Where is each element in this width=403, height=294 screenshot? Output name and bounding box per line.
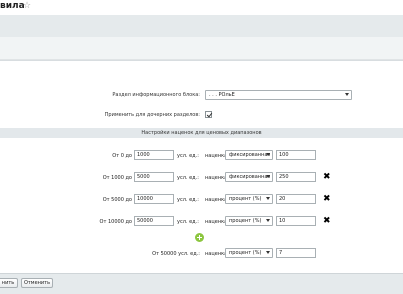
markup-type-value: процент (%) — [229, 250, 262, 256]
chevron-down-icon — [266, 219, 270, 222]
markup-value-input[interactable]: 20 — [276, 194, 316, 204]
add-row-icon[interactable] — [195, 233, 204, 242]
markup-label: наценка — [205, 219, 228, 225]
markup-label: наценка — [205, 153, 228, 159]
tab-band — [0, 37, 403, 60]
chevron-down-icon — [266, 251, 270, 254]
iblock-section-label: Раздел информационного блока: — [112, 92, 200, 98]
markup-type-select[interactable]: фиксированная — [225, 172, 273, 182]
range-to-input[interactable]: 1000 — [134, 150, 174, 160]
toolbar-band — [0, 15, 403, 37]
unit-label: усл. ед.: — [177, 219, 199, 225]
markup-value-input[interactable]: 100 — [276, 150, 316, 160]
unit-label: усл. ед.: — [177, 197, 199, 203]
markup-type-value: фиксированная — [229, 174, 271, 180]
chevron-down-icon — [266, 153, 270, 156]
title-bar: вила ☆ — [0, 0, 403, 15]
markup-value-input[interactable]: 250 — [276, 172, 316, 182]
markup-type-value: процент (%) — [229, 196, 262, 202]
edit-panel: Раздел информационного блока: . . . POль… — [0, 60, 403, 273]
iblock-section-select[interactable]: . . . POльE — [205, 90, 352, 100]
footer-bar: нить Отменить — [0, 273, 403, 294]
markup-label: наценка — [205, 175, 228, 181]
markup-type-value: процент (%) — [229, 218, 262, 224]
markup-label: наценка — [205, 251, 228, 257]
cancel-button[interactable]: Отменить — [21, 278, 53, 288]
range-last-label: От 50000 усл. ед.: — [152, 251, 200, 257]
apply-children-label: Применить для дочерних разделов: — [104, 112, 200, 118]
iblock-section-value: . . . POльE — [209, 92, 235, 98]
unit-label: усл. ед.: — [177, 175, 199, 181]
section-header: Настройки наценок для ценовых диапазонов — [0, 128, 403, 138]
page-title: вила — [0, 1, 25, 11]
delete-row-icon[interactable]: ✖ — [323, 217, 331, 226]
markup-type-select[interactable]: процент (%) — [225, 248, 273, 258]
markup-value-input[interactable]: 10 — [276, 216, 316, 226]
range-to-input[interactable]: 5000 — [134, 172, 174, 182]
range-to-input[interactable]: 50000 — [134, 216, 174, 226]
range-from-label: От 5000 до — [102, 197, 132, 203]
range-from-label: От 0 до — [112, 153, 132, 159]
markup-label: наценка — [205, 197, 228, 203]
delete-row-icon[interactable]: ✖ — [323, 195, 331, 204]
save-button[interactable]: нить — [0, 278, 18, 288]
range-to-input[interactable]: 10000 — [134, 194, 174, 204]
markup-type-select[interactable]: фиксированная — [225, 150, 273, 160]
chevron-down-icon — [266, 197, 270, 200]
range-from-label: От 10000 до — [99, 219, 132, 225]
markup-value-input[interactable]: 7 — [276, 248, 316, 258]
unit-label: усл. ед.: — [177, 153, 199, 159]
apply-children-checkbox[interactable] — [205, 111, 212, 118]
chevron-down-icon — [266, 175, 270, 178]
markup-type-value: фиксированная — [229, 152, 271, 158]
markup-type-select[interactable]: процент (%) — [225, 194, 273, 204]
star-icon[interactable]: ☆ — [23, 1, 31, 11]
range-from-label: От 1000 до — [102, 175, 132, 181]
delete-row-icon[interactable]: ✖ — [323, 173, 331, 182]
chevron-down-icon — [345, 93, 349, 96]
markup-type-select[interactable]: процент (%) — [225, 216, 273, 226]
